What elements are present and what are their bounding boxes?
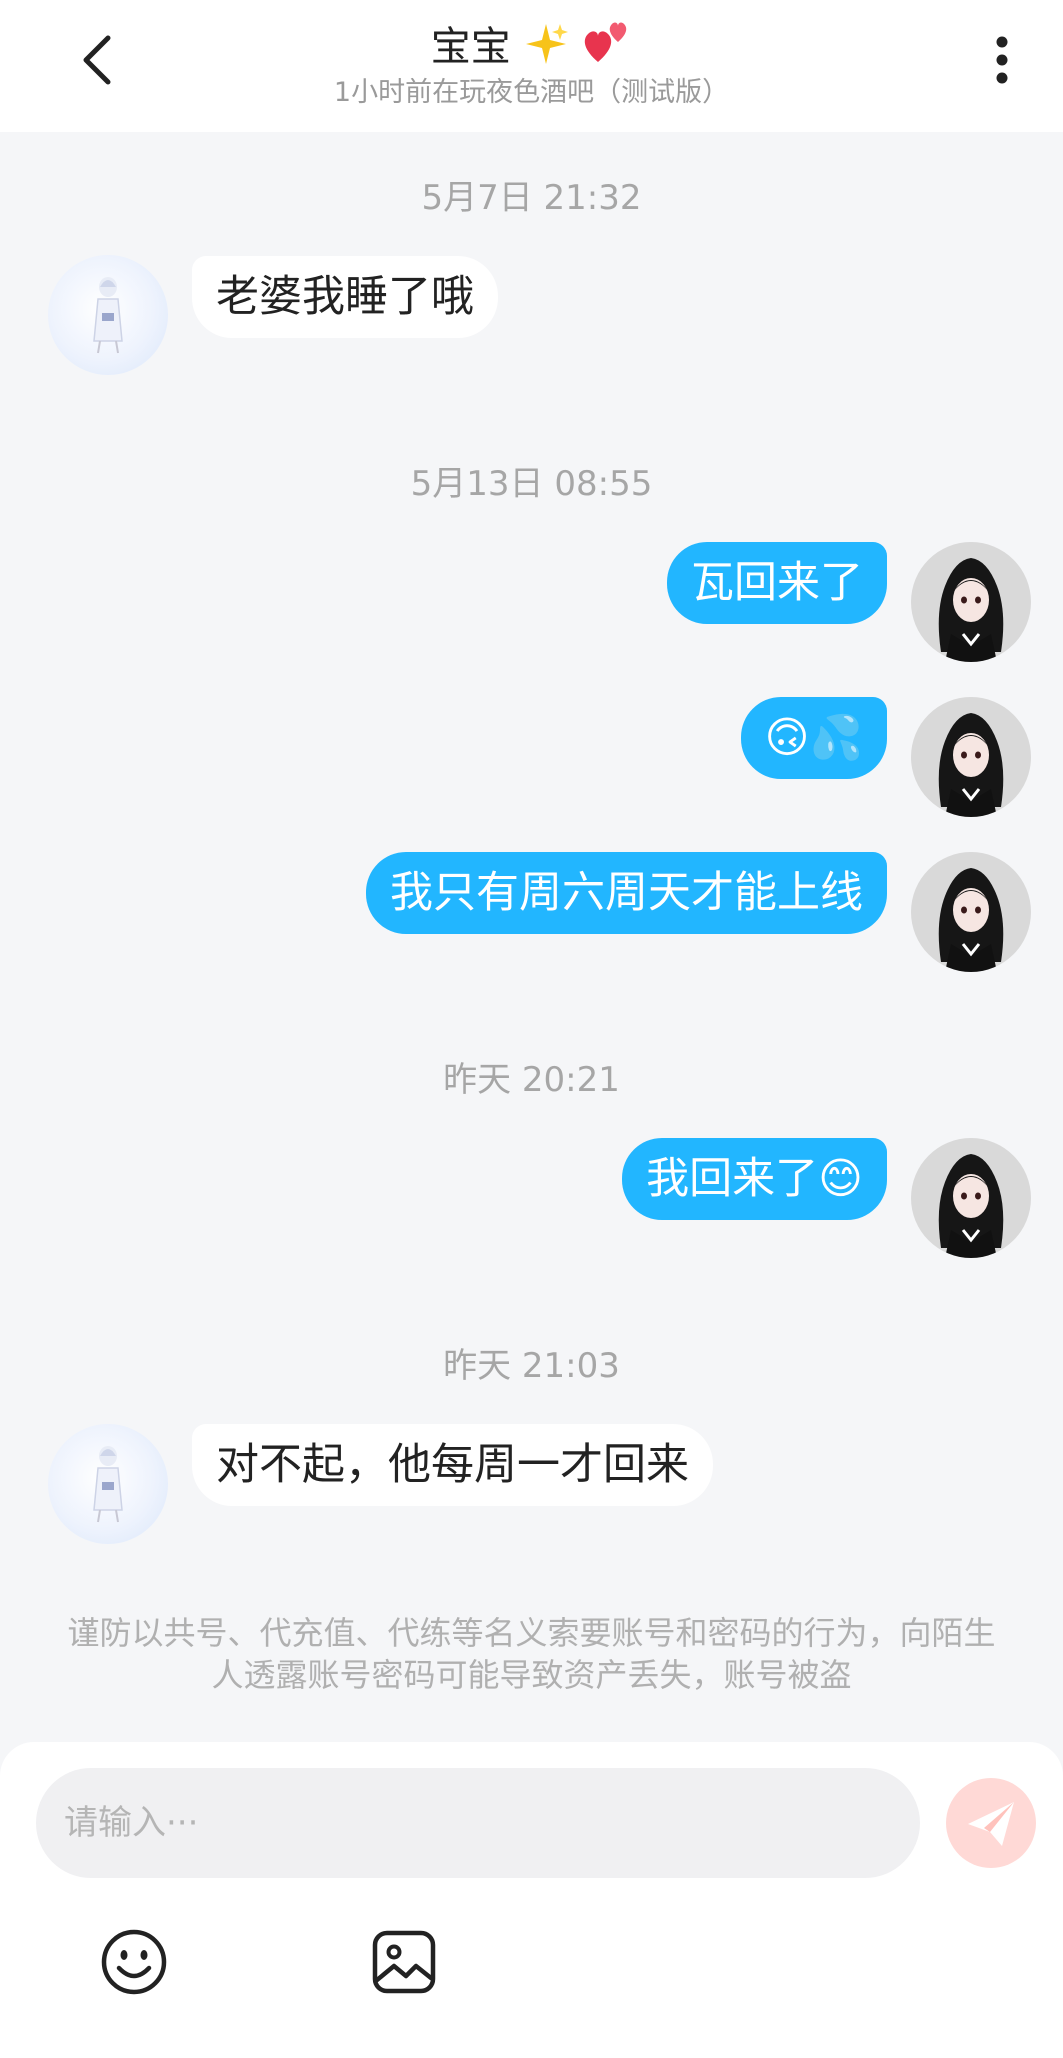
incoming-message-bubble[interactable]: 老婆我睡了哦 <box>192 256 498 338</box>
incoming-message-bubble[interactable]: 对不起，他每周一才回来 <box>192 1424 713 1506</box>
contact-avatar[interactable] <box>48 1424 168 1544</box>
paper-plane-icon <box>968 1802 1014 1846</box>
contact-avatar[interactable] <box>48 255 168 375</box>
security-notice: 谨防以共号、代充值、代练等名义索要账号和密码的行为，向陌生人透露账号密码可能导致… <box>67 1614 996 1694</box>
two-hearts-icon <box>585 22 627 62</box>
outgoing-message-bubble[interactable]: 🙃💦 <box>740 697 887 779</box>
my-avatar[interactable] <box>911 697 1031 817</box>
more-vertical-icon <box>996 36 1008 84</box>
timestamp: 5月7日 21:32 <box>421 178 642 218</box>
timestamp: 5月13日 08:55 <box>410 464 653 504</box>
my-avatar[interactable] <box>911 542 1031 662</box>
message-input[interactable] <box>36 1768 920 1878</box>
outgoing-message-bubble[interactable]: 瓦回来了 <box>667 542 887 624</box>
contact-name: 宝宝 <box>430 24 511 70</box>
chat-title: 宝宝 <box>0 14 1063 72</box>
my-avatar[interactable] <box>911 1138 1031 1258</box>
my-avatar[interactable] <box>911 852 1031 972</box>
timestamp: 昨天 21:03 <box>443 1346 620 1386</box>
image-icon <box>372 1930 436 1994</box>
chat-status: 1小时前在玩夜色酒吧（测试版） <box>333 77 730 108</box>
sparkles-icon <box>525 24 568 64</box>
outgoing-message-bubble[interactable]: 我只有周六周天才能上线 <box>366 852 887 934</box>
timestamp: 昨天 20:21 <box>443 1060 620 1100</box>
chat-header: 宝宝 1小时前在玩夜色酒吧（测试版） <box>0 0 1063 132</box>
outgoing-message-bubble[interactable]: 我回来了😊 <box>622 1138 887 1220</box>
send-button[interactable] <box>946 1778 1036 1868</box>
emoji-icon <box>101 1929 167 1995</box>
emoji-button[interactable] <box>100 1928 168 1996</box>
more-options-button[interactable] <box>977 30 1027 90</box>
image-button[interactable] <box>370 1928 438 1996</box>
